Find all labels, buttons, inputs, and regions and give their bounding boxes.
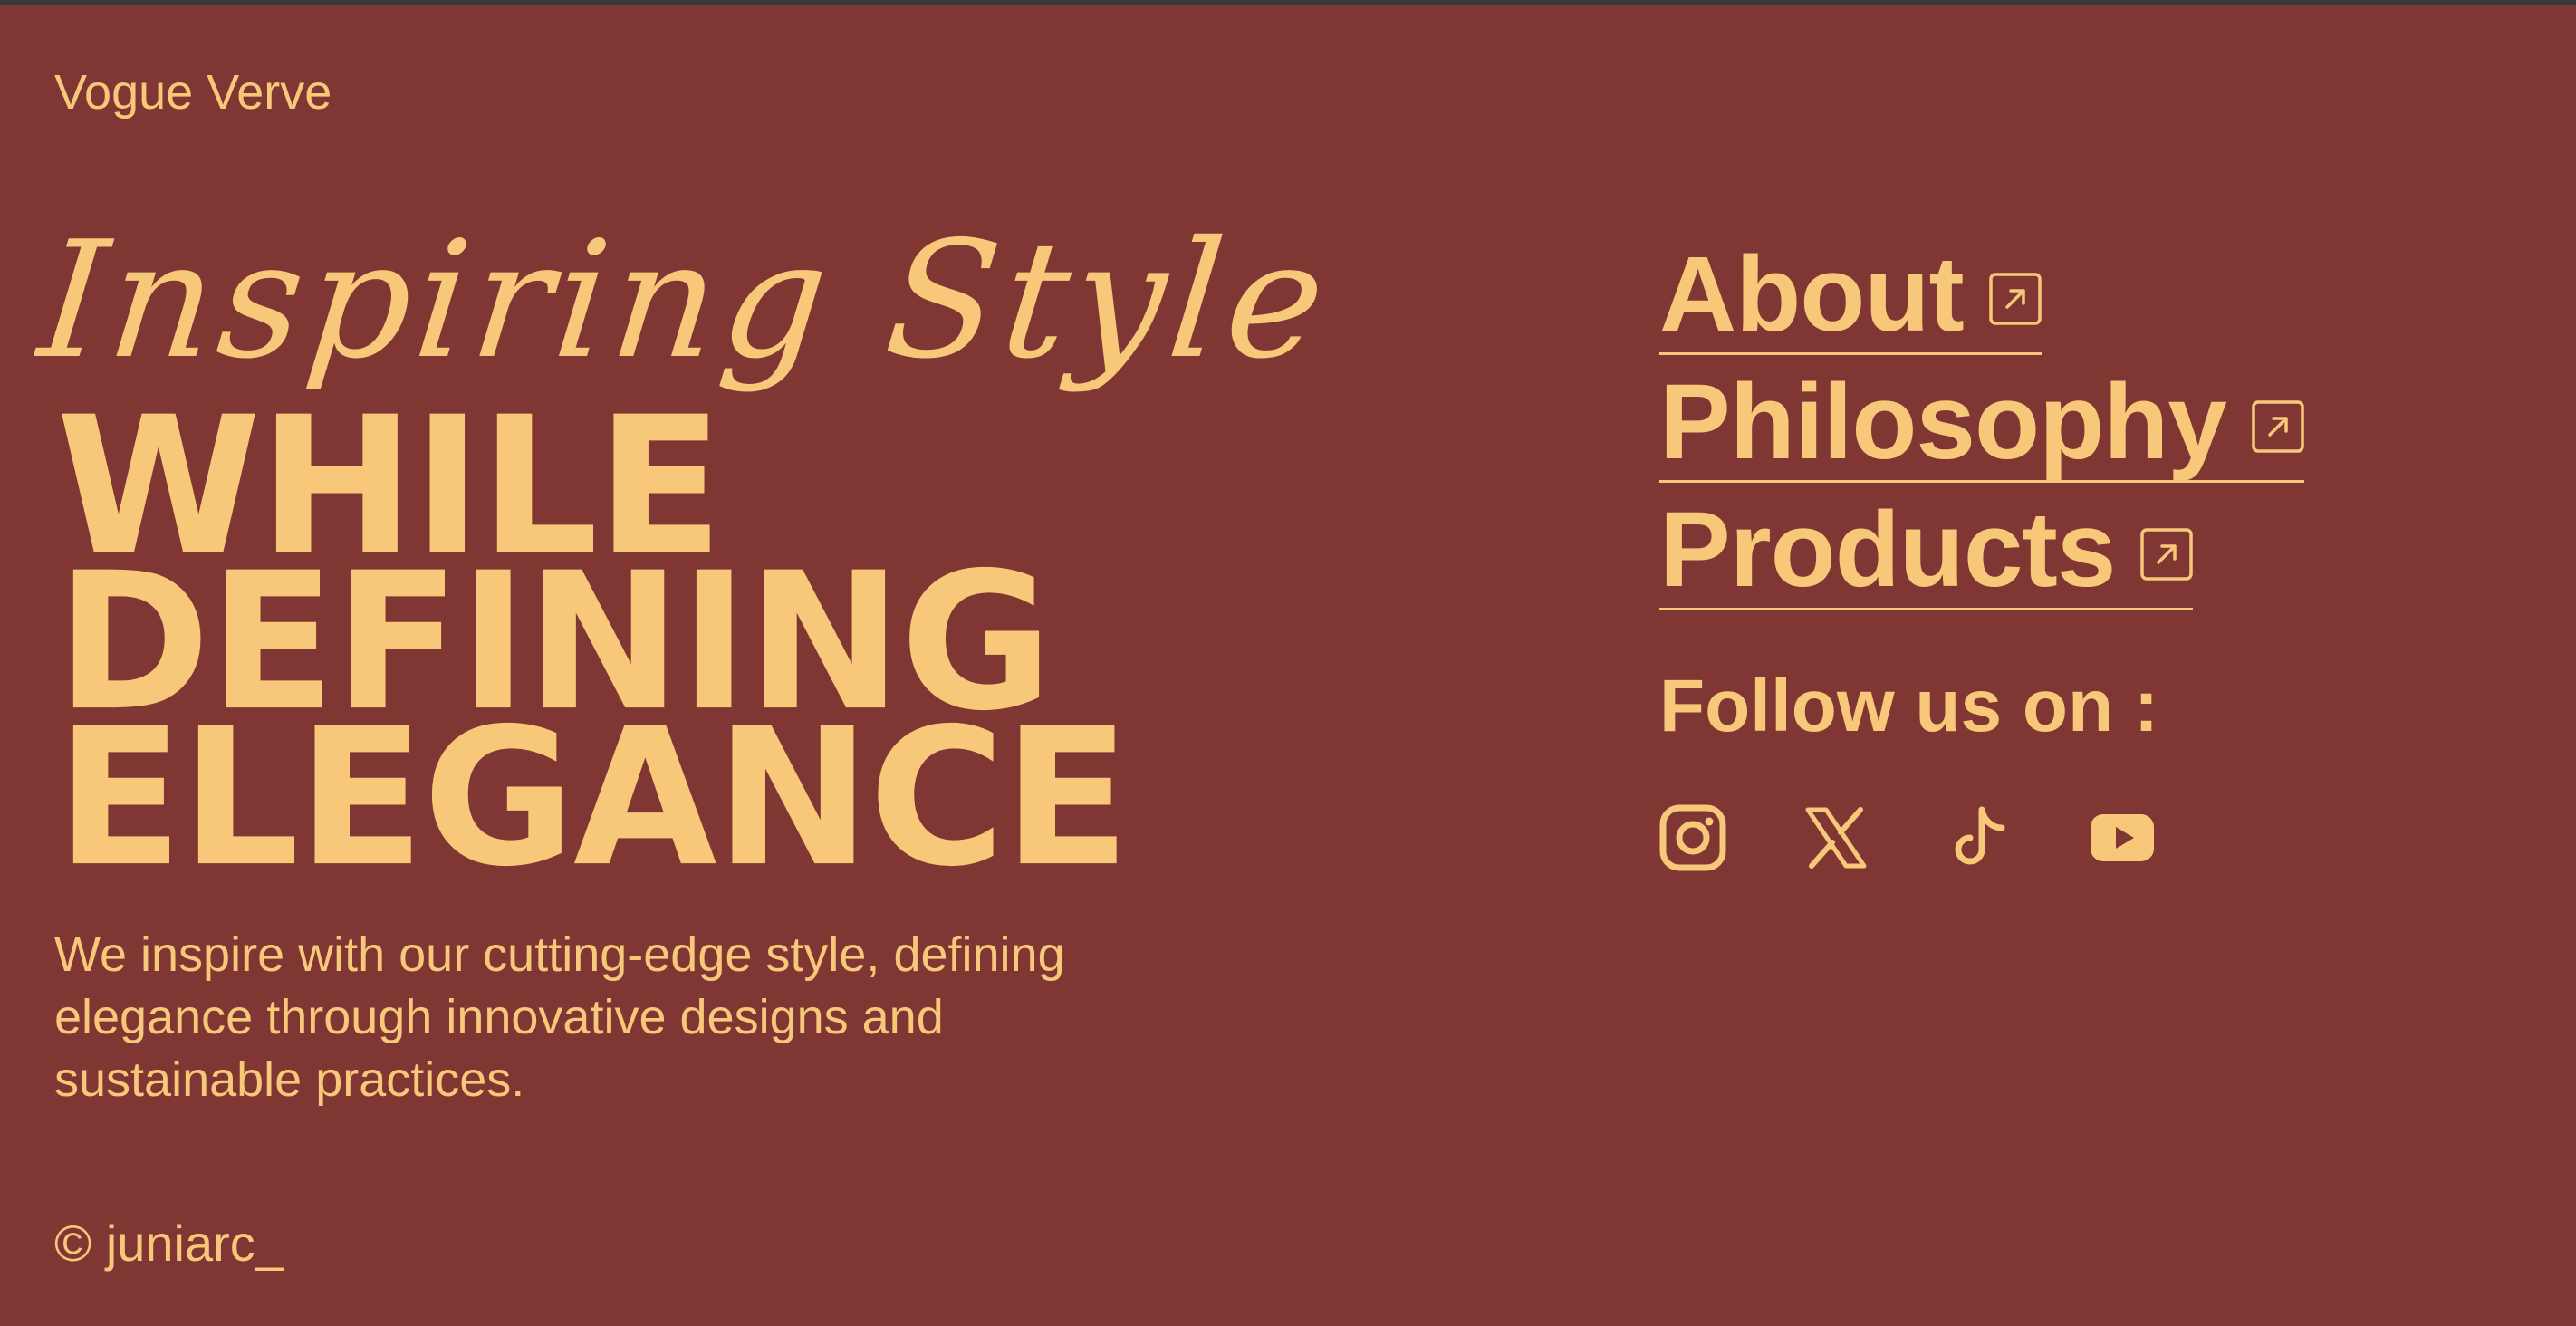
nav-link-philosophy[interactable]: Philosophy xyxy=(1659,361,2304,483)
x-icon[interactable] xyxy=(1802,804,1870,871)
nav-link-label: About xyxy=(1659,234,1965,354)
nav-link-about[interactable]: About xyxy=(1659,235,2042,355)
external-link-icon xyxy=(2140,527,2194,581)
external-link-icon xyxy=(2252,399,2304,453)
nav-link-label: Products xyxy=(1659,489,2116,610)
nav-link-products[interactable]: Products xyxy=(1659,489,2194,610)
copyright-text: © juniarc_ xyxy=(54,1215,284,1272)
tiktok-icon[interactable] xyxy=(1946,804,2013,871)
hero-description: We inspire with our cutting-edge style, … xyxy=(54,927,1065,1107)
hero-headline: WHILE DEFINING ELEGANCE xyxy=(56,392,1130,909)
hero-script-title: Inspiring Style xyxy=(32,207,1339,394)
main-nav: About Philosophy Products xyxy=(1659,235,2304,619)
external-link-icon xyxy=(1989,272,2042,325)
headline-line-3: ELEGANCE xyxy=(56,688,1130,909)
instagram-icon[interactable] xyxy=(1659,804,1726,871)
window-top-border xyxy=(0,0,2576,5)
nav-link-label: Philosophy xyxy=(1659,361,2227,482)
follow-us-heading: Follow us on : xyxy=(1659,665,2159,747)
social-links xyxy=(1659,804,2156,871)
youtube-icon[interactable] xyxy=(2089,804,2156,871)
brand-logo[interactable]: Vogue Verve xyxy=(54,63,332,121)
